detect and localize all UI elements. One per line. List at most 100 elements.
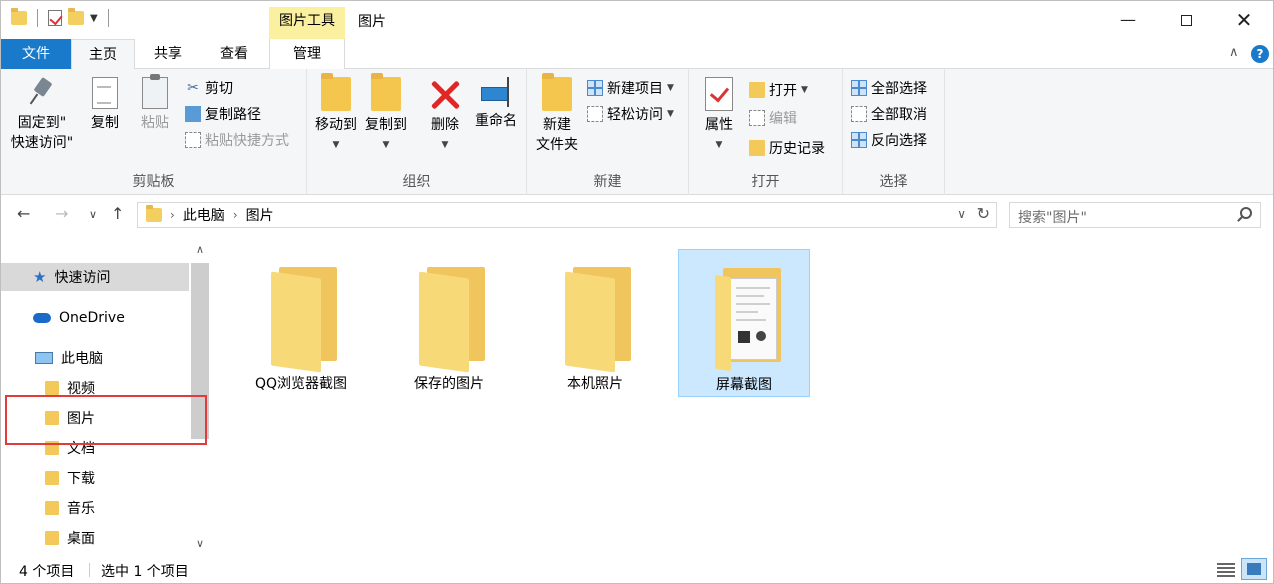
maximize-button[interactable] (1157, 1, 1215, 39)
pin-icon (29, 77, 55, 109)
open-dropdown-icon: ▼ (801, 85, 808, 95)
folder-tile-selected[interactable]: 屏幕截图 (678, 249, 810, 397)
copy-to-button[interactable]: 复制到 ▼ (363, 73, 409, 155)
breadcrumb-chevron-icon[interactable]: › (170, 208, 175, 222)
search-input[interactable]: 搜索"图片" (1009, 202, 1261, 228)
paste-label: 粘贴 (141, 115, 169, 131)
copy-path-button[interactable]: 复制路径 (185, 103, 261, 125)
desktop-folder-icon (45, 531, 59, 545)
status-bar: 4 个项目 选中 1 个项目 (1, 557, 1273, 583)
paste-button[interactable]: 粘贴 (135, 74, 175, 133)
paste-shortcut-icon (185, 132, 201, 148)
up-arrow-icon[interactable]: ↑ (111, 204, 124, 223)
folder-tile[interactable]: 保存的图片 (383, 249, 515, 397)
invert-selection-button[interactable]: 反向选择 (851, 129, 927, 151)
open-button[interactable]: 打开 ▼ (749, 79, 808, 101)
recent-locations-chevron-icon[interactable]: ∨ (89, 208, 97, 221)
history-button[interactable]: 历史记录 (749, 137, 825, 159)
edit-button[interactable]: 编辑 (749, 107, 797, 129)
rename-button[interactable]: 重命名 (471, 77, 521, 131)
customize-toolbar-icon[interactable]: ▼ (90, 13, 98, 24)
minimize-button[interactable]: — (1099, 1, 1157, 39)
rename-label: 重命名 (475, 113, 517, 129)
scroll-down-icon[interactable]: ∨ (191, 537, 209, 550)
downloads-folder-icon (45, 471, 59, 485)
move-to-button[interactable]: 移动到 ▼ (313, 73, 359, 155)
new-folder-icon (542, 73, 572, 111)
folder-icon (271, 267, 337, 373)
sidebar-item-onedrive[interactable]: OneDrive (33, 305, 125, 331)
delete-icon (429, 77, 461, 111)
delete-label: 删除 (431, 117, 459, 133)
copy-label: 复制 (91, 115, 119, 131)
properties-label: 属性 (705, 117, 733, 133)
delete-button[interactable]: 删除 ▼ (425, 77, 465, 155)
tab-share[interactable]: 共享 (135, 39, 201, 69)
new-item-button[interactable]: 新建项目 ▼ (587, 77, 674, 99)
select-none-button[interactable]: 全部取消 (851, 103, 927, 125)
new-folder-label-line1: 新建 (543, 117, 571, 133)
copy-to-icon (371, 73, 401, 111)
properties-button[interactable]: 属性 ▼ (701, 77, 737, 155)
folder-name: 保存的图片 (414, 376, 484, 392)
window-title: 图片 (358, 14, 386, 30)
new-item-icon (587, 80, 603, 96)
cut-label: 剪切 (205, 81, 233, 97)
folder-with-screenshots-icon (715, 268, 781, 372)
tab-home[interactable]: 主页 (71, 39, 135, 70)
scroll-up-icon[interactable]: ∧ (191, 243, 209, 256)
tab-file[interactable]: 文件 (1, 39, 71, 69)
sidebar-item-label: 桌面 (67, 531, 95, 547)
properties-icon[interactable] (48, 10, 62, 26)
copy-to-dropdown-icon: ▼ (382, 140, 390, 150)
invert-selection-icon (851, 132, 867, 148)
sidebar-item-quick-access[interactable]: ★ 快速访问 (1, 263, 189, 291)
new-folder-icon[interactable] (68, 8, 84, 25)
collapse-ribbon-icon[interactable]: ∧ (1229, 45, 1239, 60)
breadcrumb-this-pc[interactable]: 此电脑 (183, 205, 225, 225)
sidebar-item-this-pc[interactable]: 此电脑 (35, 345, 103, 371)
move-to-icon (321, 73, 351, 111)
annotation-highlight-box (5, 395, 207, 445)
sidebar-item-label: OneDrive (59, 310, 125, 326)
breadcrumb-chevron-icon[interactable]: › (233, 208, 238, 222)
select-group-label: 选择 (879, 174, 908, 190)
copy-icon (92, 77, 118, 109)
sidebar-item-desktop[interactable]: 桌面 (45, 525, 95, 551)
sidebar-item-downloads[interactable]: 下载 (45, 465, 95, 491)
folder-tile[interactable]: QQ浏览器截图 (235, 249, 367, 397)
invert-selection-label: 反向选择 (871, 133, 927, 149)
pin-quick-access-button[interactable]: 固定到" 快速访问" (9, 77, 75, 153)
help-button[interactable]: ? (1251, 45, 1269, 63)
easy-access-button[interactable]: 轻松访问 ▼ (587, 103, 674, 125)
folder-name: QQ浏览器截图 (254, 376, 348, 392)
refresh-icon[interactable]: ↻ (977, 204, 990, 223)
address-dropdown-icon[interactable]: ∨ (957, 207, 966, 221)
navigation-bar: ← → ∨ ↑ › 此电脑 › 图片 ∨ ↻ 搜索"图片" (1, 196, 1273, 236)
folder-tile[interactable]: 本机照片 (529, 249, 661, 397)
large-icons-view-icon[interactable] (1241, 558, 1267, 580)
paste-shortcut-button[interactable]: 粘贴快捷方式 (185, 129, 289, 151)
maximize-icon (1180, 15, 1192, 26)
delete-dropdown-icon: ▼ (441, 140, 449, 150)
new-group-label: 新建 (593, 174, 622, 190)
details-view-icon[interactable] (1217, 561, 1235, 577)
tab-manage[interactable]: 管理 (269, 39, 345, 69)
sidebar-item-music[interactable]: 音乐 (45, 495, 95, 521)
copy-button[interactable]: 复制 (85, 77, 125, 133)
new-folder-button[interactable]: 新建 文件夹 (533, 73, 581, 155)
toolbar-separator (107, 9, 109, 27)
breadcrumb-pictures[interactable]: 图片 (246, 205, 274, 225)
address-bar[interactable]: › 此电脑 › 图片 ∨ ↻ (137, 202, 997, 228)
forward-arrow-icon[interactable]: → (55, 204, 68, 223)
copy-to-label: 复制到 (365, 117, 407, 133)
close-button[interactable]: ✕ (1215, 1, 1273, 39)
folder-icon (565, 267, 631, 373)
cut-button[interactable]: ✂ 剪切 (185, 77, 233, 99)
select-all-button[interactable]: 全部选择 (851, 77, 927, 99)
tab-view[interactable]: 查看 (201, 39, 267, 69)
cloud-icon (33, 313, 51, 323)
pictures-folder-icon (146, 205, 162, 222)
back-arrow-icon[interactable]: ← (17, 204, 30, 223)
paste-shortcut-label: 粘贴快捷方式 (205, 133, 289, 149)
